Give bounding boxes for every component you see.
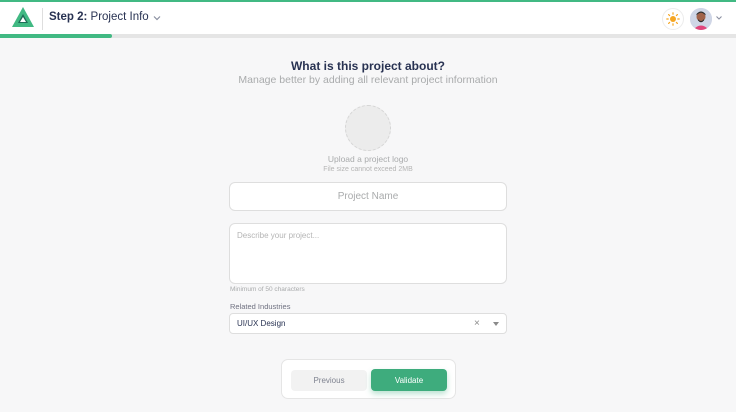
step-prefix: Step 2: xyxy=(49,11,88,23)
avatar[interactable] xyxy=(690,8,712,30)
wizard-navigation: Previous Validate xyxy=(281,359,456,399)
progress-fill xyxy=(0,34,112,38)
related-industries-select[interactable]: UI/UX Design × xyxy=(229,313,507,334)
sun-icon xyxy=(666,12,680,26)
step-name: Project Info xyxy=(87,11,149,23)
project-name-input[interactable] xyxy=(229,182,507,211)
user-avatar-icon xyxy=(690,8,712,30)
header-divider xyxy=(42,8,43,30)
selected-industry: UI/UX Design xyxy=(237,319,286,328)
progress-bar xyxy=(0,34,736,38)
logo-icon[interactable] xyxy=(12,7,34,27)
chevron-down-icon[interactable] xyxy=(715,14,723,22)
top-bar: Step 2: Project Info xyxy=(0,0,736,34)
logo-upload-area[interactable] xyxy=(345,105,391,151)
dropdown-caret-icon[interactable] xyxy=(493,322,499,326)
upload-logo-label: Upload a project logo xyxy=(327,154,409,164)
validate-button[interactable]: Validate xyxy=(371,369,447,391)
project-description-input[interactable] xyxy=(229,223,507,284)
theme-toggle-button[interactable] xyxy=(662,8,684,30)
page-title: What is this project about? xyxy=(290,59,445,73)
previous-button[interactable]: Previous xyxy=(291,370,367,391)
upload-size-hint: File size cannot exceed 2MB xyxy=(323,166,413,173)
related-industries-label: Related Industries xyxy=(230,302,291,311)
clear-icon[interactable]: × xyxy=(474,318,480,329)
chevron-down-icon[interactable] xyxy=(152,13,162,23)
min-characters-hint: Minimum of 50 characters xyxy=(230,286,305,293)
page-subtitle: Manage better by adding all relevant pro… xyxy=(238,74,498,86)
step-title[interactable]: Step 2: Project Info xyxy=(49,11,149,23)
